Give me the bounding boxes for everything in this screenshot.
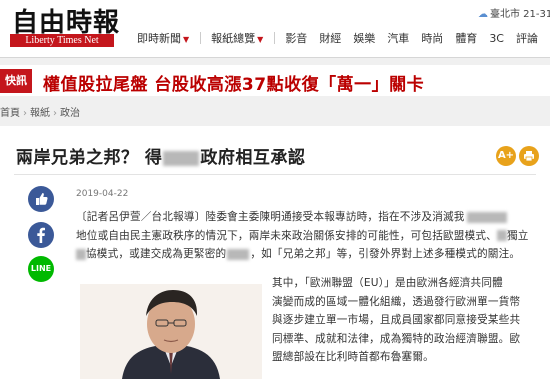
p1-line-3-tail: ，如「兄弟之邦」等，引發外界對上述多種模式的關注。: [250, 248, 521, 260]
p1-line-2-tail: 獨立: [506, 229, 529, 242]
article-date: 2019-04-22: [76, 189, 129, 199]
redacted-text: [227, 248, 250, 260]
main-nav: 即時新聞▼ 報紙總覽▼ 影音 財經 娛樂 汽車 時尚 體育 3C 評論 玩咖: [137, 28, 550, 48]
nav-divider: [200, 32, 202, 44]
printer-icon: [524, 151, 534, 162]
redacted-text: [466, 211, 507, 223]
line-share-button[interactable]: LINE: [28, 256, 54, 282]
breadcrumb: 首頁 › 報紙 › 政治: [0, 104, 80, 119]
nav-item-finance[interactable]: 財經: [319, 30, 341, 46]
p1-line-2: 地位或自由民主憲政秩序的情況下，兩岸未來政治關係安排的可能性，可包括歐盟模式、獨…: [76, 227, 540, 246]
nav-paper-label: 報紙總覽: [211, 32, 256, 45]
p2-line-4: 同標準、成就和法律，成為獨特的政治經濟聯盟。歐: [272, 332, 521, 345]
redacted-text: [496, 230, 507, 241]
facebook-share-button[interactable]: [28, 222, 54, 248]
article-paragraph-2: 其中，「歐洲聯盟（EU）」是由歐洲各經濟共同體 演變而成的區域一體化組織，透過發…: [272, 274, 540, 367]
chevron-right-icon: ›: [23, 108, 27, 119]
p1-line-1: 〔記者呂伊萱／台北報導〕陸委會主委陳明通接受本報專訪時，指在不涉及消滅我: [76, 208, 540, 227]
title-part-2: 政府相互承認: [200, 148, 306, 168]
article-photo[interactable]: [80, 284, 262, 379]
weather-widget[interactable]: ☁ 臺北市 21-31: [478, 5, 550, 20]
nav-item-3c[interactable]: 3C: [489, 32, 504, 45]
nav-instant-news[interactable]: 即時新聞 ▼: [137, 30, 189, 46]
nav-item-sports[interactable]: 體育: [455, 30, 477, 46]
font-size-button[interactable]: A+: [496, 146, 516, 166]
nav-item-entertainment[interactable]: 娛樂: [353, 30, 375, 46]
article-paragraph-1: 〔記者呂伊萱／台北報導〕陸委會主委陳明通接受本報專訪時，指在不涉及消滅我 地位或…: [76, 208, 540, 264]
article-title: 兩岸兄弟之邦？ 得 政府相互承認: [16, 143, 305, 168]
nav-item-auto[interactable]: 汽車: [387, 30, 409, 46]
p1-line-3: 協模式，或建交成為更緊密的 ，如「兄弟之邦」等，引發外界對上述多種模式的關注。: [76, 245, 540, 264]
nav-paper-overview[interactable]: 報紙總覽 ▼: [211, 30, 263, 46]
p2-line-5: 盟總部設在比利時首都布魯塞爾。: [272, 351, 434, 363]
breadcrumb-paper[interactable]: 報紙: [30, 108, 50, 119]
top-header: 自由時報 Liberty Times Net ☁ 臺北市 21-31 即時新聞 ▼ …: [0, 0, 550, 58]
breaking-news-headline[interactable]: 權值股拉尾盤 台股收高漲37點收復「萬一」關卡: [43, 70, 424, 95]
breadcrumb-politics[interactable]: 政治: [60, 108, 80, 119]
p1-line-1-text: 〔記者呂伊萱／台北報導〕陸委會主委陳明通接受本報專訪時，指在不涉及消滅我: [76, 211, 465, 223]
site-logo-english[interactable]: Liberty Times Net: [10, 34, 114, 47]
redacted-text: [76, 248, 86, 260]
chevron-right-icon: ›: [53, 108, 57, 119]
nav-item-fashion[interactable]: 時尚: [421, 30, 443, 46]
nav-instant-label: 即時新聞: [137, 32, 181, 45]
p2-line-3: 與逐步建立單一市場，且成員國家都同意接受某些共: [272, 314, 521, 326]
weather-text: 臺北市 21-31: [490, 9, 550, 20]
breaking-news-ticker: 快訊 權值股拉尾盤 台股收高漲37點收復「萬一」關卡: [0, 65, 550, 96]
facebook-icon: [37, 227, 45, 243]
article-card: 兩岸兄弟之邦？ 得 政府相互承認 A+ LINE 2019-04-22 〔記者呂伊…: [0, 126, 550, 379]
portrait-image: [80, 284, 262, 379]
thumbs-up-icon: [36, 193, 48, 205]
caret-down-icon: ▼: [183, 35, 190, 44]
title-part-1: 兩岸兄弟之邦？ 得: [16, 148, 163, 168]
caret-down-icon: ▼: [257, 35, 264, 44]
nav-item-video[interactable]: 影音: [285, 30, 307, 46]
p2-line-2: 演變而成的區域一體化組織，透過發行歐洲單一貨幣: [272, 295, 521, 308]
facebook-like-button[interactable]: [28, 186, 54, 212]
p1-line-3-text: 協模式，或建交成為更緊密的: [86, 248, 227, 260]
title-divider: [14, 174, 536, 175]
p2-line-1: 其中，「歐洲聯盟（EU）」是由歐洲各經濟共同體: [272, 277, 503, 289]
redacted-text: [163, 150, 200, 166]
nav-item-opinion[interactable]: 評論: [516, 30, 538, 46]
breaking-news-tag: 快訊: [0, 69, 32, 93]
cloud-sun-icon: ☁: [478, 9, 488, 20]
breadcrumb-home[interactable]: 首頁: [0, 108, 20, 119]
print-button[interactable]: [519, 146, 539, 166]
p1-line-2-text: 地位或自由民主憲政秩序的情況下，兩岸未來政治關係安排的可能性，可包括歐盟模式、: [76, 229, 497, 242]
nav-divider: [274, 32, 276, 44]
